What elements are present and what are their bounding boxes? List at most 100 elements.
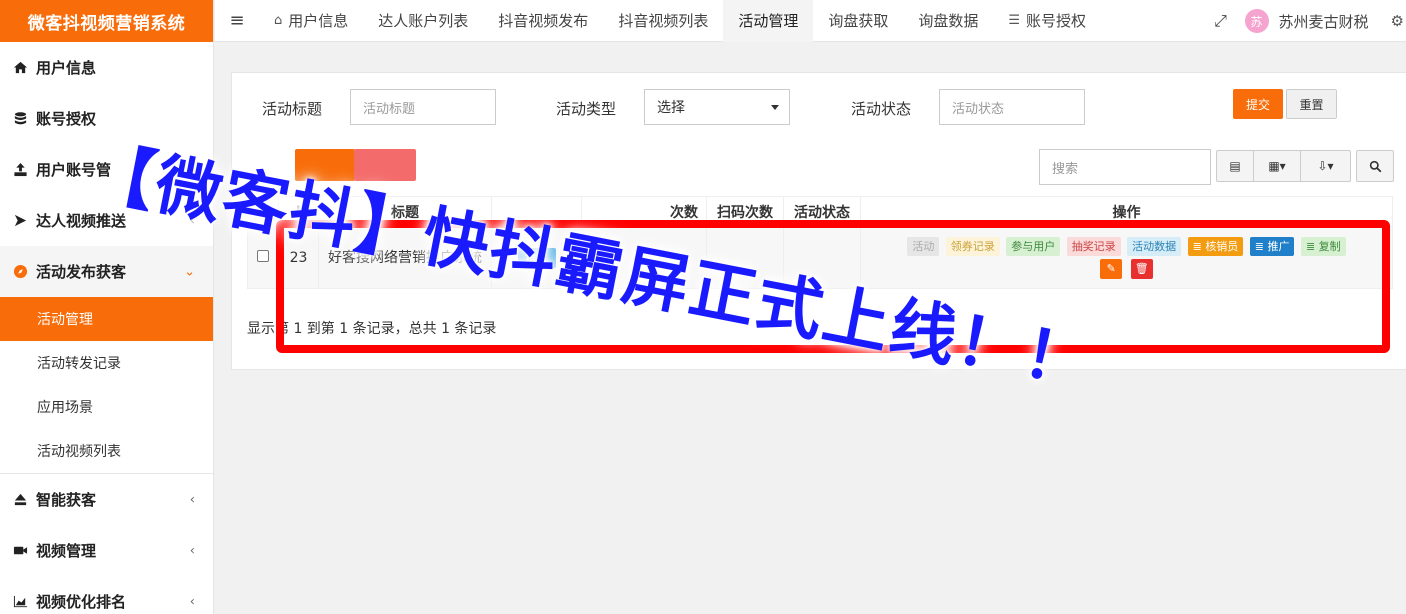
header-select[interactable] bbox=[247, 196, 279, 227]
tab-user-info[interactable]: ⌂ 用户信息 bbox=[259, 0, 363, 42]
sidebar-subitem-scenarios[interactable]: 应用场景 bbox=[0, 385, 213, 429]
reset-button[interactable]: 重置 bbox=[1286, 89, 1337, 119]
lottery-records-button[interactable]: 抽奖记录 bbox=[1066, 236, 1121, 256]
tab-video-list[interactable]: 抖音视频列表 bbox=[603, 0, 723, 42]
status-filter-input[interactable]: 活动状态 bbox=[939, 89, 1085, 125]
sidebar-item-user-accounts[interactable]: 用户账号管 bbox=[0, 144, 213, 195]
add-button[interactable] bbox=[295, 149, 355, 181]
gear-icon[interactable]: ⚙ bbox=[1391, 12, 1404, 30]
row-actions: 活动 领券记录 参与用户 抽奖记录 活动数据 ≣ 核销员 ≣ 推广 ≣ 复制 ✎… bbox=[860, 226, 1393, 289]
content-panel: 活动标题 活动标题 活动类型 选择 活动状态 活动状态 提交 重置 搜索 ▤ ▦… bbox=[231, 72, 1406, 370]
row-scan-count bbox=[706, 226, 784, 289]
header-activity-status: 活动状态 bbox=[783, 196, 861, 227]
search-icon bbox=[1369, 160, 1381, 172]
row-id: 23 bbox=[278, 226, 319, 289]
row-checkbox-cell[interactable] bbox=[247, 226, 279, 289]
sidebar-item-account-auth[interactable]: 账号授权 bbox=[0, 93, 213, 144]
header-title: 标题 bbox=[318, 196, 492, 227]
trash-icon: 🗑 bbox=[1134, 262, 1149, 275]
sidebar-item-activity[interactable]: 活动发布获客 ⌄ bbox=[0, 246, 213, 297]
sidebar-item-video-manage[interactable]: 视频管理 ‹ bbox=[0, 525, 213, 576]
type-filter-select[interactable]: 选择 bbox=[644, 89, 790, 125]
row-title: 好客搜网络营销推广系统 bbox=[318, 226, 492, 289]
sidebar-item-label: 活动发布获客 bbox=[36, 263, 127, 281]
top-tabs: ⌂ 用户信息 达人账户列表 抖音视频发布 抖音视频列表 活动管理 询盘获取 询盘数… bbox=[259, 0, 1101, 42]
search-button[interactable] bbox=[1356, 150, 1394, 182]
chevron-left-icon: ‹ bbox=[189, 594, 195, 609]
activity-button[interactable]: 活动 bbox=[907, 236, 940, 256]
sidebar-item-user-info[interactable]: 用户信息 bbox=[0, 42, 213, 93]
promote-button[interactable]: ≣ 推广 bbox=[1249, 236, 1295, 256]
tab-inquiry-data[interactable]: 询盘数据 bbox=[903, 0, 993, 42]
database-icon: ☰ bbox=[1008, 13, 1021, 28]
participants-button[interactable]: 参与用户 bbox=[1006, 236, 1061, 256]
header-id: I bbox=[278, 196, 319, 227]
row-activity-status bbox=[783, 226, 861, 289]
username[interactable]: 苏州麦古财税 bbox=[1279, 11, 1369, 32]
tab-influencer-list[interactable]: 达人账户列表 bbox=[363, 0, 483, 42]
tab-video-publish[interactable]: 抖音视频发布 bbox=[483, 0, 603, 42]
video-icon bbox=[4, 543, 36, 558]
sidebar-subitem-forward-records[interactable]: 活动转发记录 bbox=[0, 341, 213, 385]
coupon-records-button[interactable]: 领券记录 bbox=[945, 236, 1000, 256]
filter-form: 活动标题 活动标题 活动类型 选择 活动状态 活动状态 提交 重置 bbox=[232, 89, 1406, 125]
search-input[interactable]: 搜索 bbox=[1039, 149, 1211, 185]
sidebar-item-label: 达人视频推送 bbox=[36, 212, 127, 230]
list-view-icon[interactable]: ▤ bbox=[1217, 151, 1254, 181]
delete-row-button[interactable]: 🗑 bbox=[1130, 258, 1153, 279]
sidebar-item-label: 账号授权 bbox=[36, 110, 97, 128]
sidebar-item-label: 用户账号管 bbox=[36, 161, 112, 179]
table-toolbar: 搜索 ▤ ▦▾ ⇩▾ bbox=[232, 149, 1406, 185]
area-chart-icon bbox=[4, 594, 36, 609]
title-filter-label: 活动标题 bbox=[262, 100, 323, 118]
avatar[interactable]: 苏 bbox=[1244, 9, 1269, 33]
header-count: 次数 bbox=[581, 196, 707, 227]
caret-down-icon bbox=[771, 105, 779, 110]
row-status-cell: 推广 bbox=[491, 226, 582, 289]
copy-button[interactable]: ≣ 复制 bbox=[1300, 236, 1346, 256]
sidebar-subitem-activity-videos[interactable]: 活动视频列表 bbox=[0, 429, 213, 473]
home-icon bbox=[4, 60, 36, 75]
sidebar-item-smart-acquire[interactable]: 智能获客 ‹ bbox=[0, 474, 213, 525]
sidebar-item-video-rank[interactable]: 视频优化排名 ‹ bbox=[0, 576, 213, 614]
sidebar-item-video-push[interactable]: 达人视频推送 ‹ bbox=[0, 195, 213, 246]
tab-inquiry-fetch[interactable]: 询盘获取 bbox=[813, 0, 903, 42]
table-row: 23 好客搜网络营销推广系统 推广 活动 领券记录 参与用户 抽奖记录 活动数据… bbox=[247, 226, 1393, 289]
upload-icon bbox=[4, 162, 36, 177]
sidebar-item-label: 视频优化排名 bbox=[36, 593, 127, 611]
sidebar-item-label: 智能获客 bbox=[36, 491, 97, 509]
share-icon bbox=[4, 213, 36, 228]
row-count bbox=[581, 226, 707, 289]
header-scan-count: 扫码次数 bbox=[706, 196, 784, 227]
database-icon bbox=[4, 111, 36, 126]
title-filter-input[interactable]: 活动标题 bbox=[350, 89, 496, 125]
eject-icon bbox=[4, 492, 36, 507]
row-checkbox[interactable] bbox=[257, 249, 269, 262]
fullscreen-icon[interactable]: ⤢ bbox=[1201, 11, 1241, 31]
type-select-value: 选择 bbox=[657, 100, 685, 116]
sidebar: 微客抖视频营销系统 用户信息 账号授权 用户账号管 达人视频推送 ‹ 活动发布获… bbox=[0, 0, 214, 614]
columns-icon[interactable]: ▦▾ bbox=[1254, 151, 1301, 181]
tab-activity-manage[interactable]: 活动管理 bbox=[723, 0, 814, 42]
compass-icon bbox=[4, 264, 36, 279]
chevron-down-icon: ⌄ bbox=[184, 264, 195, 279]
export-icon[interactable]: ⇩▾ bbox=[1301, 151, 1350, 181]
pagination-info: 显示第 1 到第 1 条记录，总共 1 条记录 bbox=[247, 321, 497, 337]
chevron-left-icon: ‹ bbox=[189, 213, 195, 228]
edit-button[interactable]: ✎ bbox=[1100, 258, 1123, 279]
promote-status-badge: 推广 bbox=[517, 247, 556, 268]
tab-account-auth[interactable]: ☰ 账号授权 bbox=[993, 0, 1101, 42]
verifier-button[interactable]: ≣ 核销员 bbox=[1187, 236, 1244, 256]
sidebar-subitem-activity-manage[interactable]: 活动管理 bbox=[0, 297, 213, 341]
hamburger-menu-icon[interactable]: ≡ bbox=[215, 10, 259, 31]
list-icon: ≣ bbox=[1192, 239, 1206, 253]
table-tools: ▤ ▦▾ ⇩▾ bbox=[1216, 150, 1351, 182]
list-icon: ≣ bbox=[1254, 239, 1268, 253]
status-filter-label: 活动状态 bbox=[851, 100, 912, 118]
brand-title[interactable]: 微客抖视频营销系统 bbox=[0, 0, 213, 42]
chevron-left-icon: ‹ bbox=[189, 492, 195, 507]
activity-data-button[interactable]: 活动数据 bbox=[1127, 236, 1182, 256]
sidebar-item-label: 视频管理 bbox=[36, 542, 97, 560]
submit-button[interactable]: 提交 bbox=[1233, 89, 1283, 119]
delete-button[interactable] bbox=[354, 149, 416, 181]
